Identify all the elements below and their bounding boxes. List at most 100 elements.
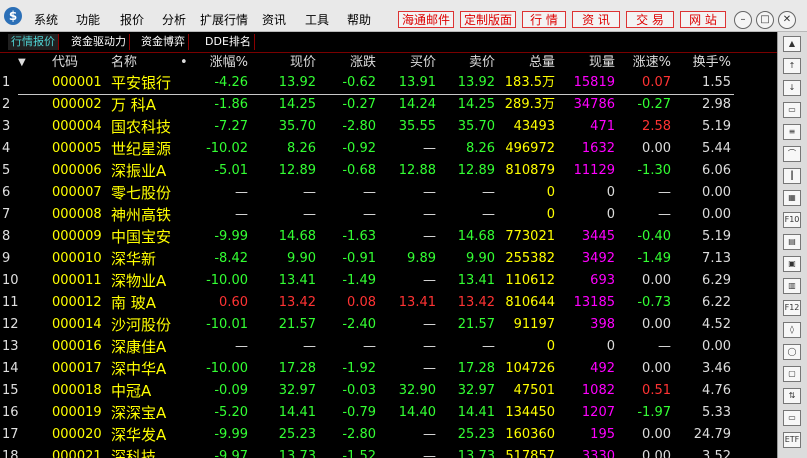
- table-row[interactable]: 13 000016 深康佳A — — — — — 0 0 — 0.00: [0, 336, 777, 358]
- maximize-icon[interactable]: □: [756, 11, 774, 29]
- header-volume[interactable]: 总量: [498, 53, 555, 72]
- now-volume: 471: [590, 119, 615, 134]
- row-index: 16: [2, 405, 19, 420]
- folder-icon[interactable]: ▢: [783, 366, 801, 382]
- tab-quote-list[interactable]: 行情报价: [8, 34, 59, 50]
- speed-pct: 0.00: [642, 427, 671, 442]
- screen-icon[interactable]: ▭: [783, 410, 801, 426]
- table-row[interactable]: 1 000001 平安银行 -4.26 13.92 -0.62 13.91 13.92 183.…: [0, 72, 777, 94]
- f10-icon[interactable]: F10: [783, 212, 801, 228]
- minimize-icon[interactable]: –: [734, 11, 752, 29]
- price: 17.28: [278, 361, 316, 376]
- turnover-pct: 5.33: [702, 405, 731, 420]
- header-speed[interactable]: 涨速%: [617, 53, 671, 72]
- table-row[interactable]: 18 000021 深科技 -9.97 13.73 -1.52 — 13.73 517857 33…: [0, 446, 777, 458]
- change-pct: -1.86: [214, 97, 248, 112]
- header-price[interactable]: 现价: [258, 53, 316, 72]
- tab-capital-drive[interactable]: 资金驱动力: [68, 34, 130, 50]
- haitong-mail-button[interactable]: 海通邮件: [398, 11, 454, 28]
- etf-icon[interactable]: ETF: [783, 432, 801, 448]
- ask-price: 13.42: [457, 295, 495, 310]
- header-sort-dot[interactable]: •: [180, 53, 192, 72]
- table-row[interactable]: 17 000020 深华发A -9.99 25.23 -2.80 — 25.23 160360 1…: [0, 424, 777, 446]
- scroll-up-icon[interactable]: ▲: [783, 36, 801, 52]
- speed-pct: 0.00: [642, 273, 671, 288]
- tab-dde-rank[interactable]: DDE排名: [202, 34, 255, 50]
- arrow-down-icon[interactable]: ↓: [783, 80, 801, 96]
- ask-price: —: [482, 185, 495, 200]
- table-row[interactable]: 9 000010 深华新 -8.42 9.90 -0.91 9.89 9.90 255382 34…: [0, 248, 777, 270]
- table-icon[interactable]: ▦: [783, 190, 801, 206]
- turnover-pct: 1.55: [702, 75, 731, 90]
- sort-icon[interactable]: ⇅: [783, 388, 801, 404]
- table-row[interactable]: 8 000009 中国宝安 -9.99 14.68 -1.63 — 14.68 773021 34…: [0, 226, 777, 248]
- filter-icon[interactable]: ◊: [783, 322, 801, 338]
- menu-system[interactable]: 系统: [34, 11, 58, 28]
- stock-name: 深物业A: [111, 272, 167, 290]
- table-row[interactable]: 5 000006 深振业A -5.01 12.89 -0.68 12.88 12.89 8108…: [0, 160, 777, 182]
- total-volume: 255382: [505, 251, 555, 266]
- menu-info[interactable]: 资讯: [262, 11, 286, 28]
- menu-function[interactable]: 功能: [76, 11, 100, 28]
- table-row[interactable]: 15 000018 中冠A -0.09 32.97 -0.03 32.90 32.97 4750…: [0, 380, 777, 402]
- f12-icon[interactable]: F12: [783, 300, 801, 316]
- tab-capital-game[interactable]: 资金博弈: [138, 34, 189, 50]
- change-pct: -7.27: [214, 119, 248, 134]
- price: 12.89: [278, 163, 316, 178]
- table-row[interactable]: 6 000007 零七股份 — — — — — 0 0 — 0.00: [0, 182, 777, 204]
- website-button[interactable]: 网 站: [680, 11, 726, 28]
- close-icon[interactable]: ✕: [778, 11, 796, 29]
- quote-button[interactable]: 行 情: [522, 11, 566, 28]
- total-volume: 47501: [513, 383, 555, 398]
- header-ask[interactable]: 卖价: [440, 53, 495, 72]
- table-row[interactable]: 4 000005 世纪星源 -10.02 8.26 -0.92 — 8.26 496972 163…: [0, 138, 777, 160]
- table-row[interactable]: 10 000011 深物业A -10.00 13.41 -1.49 — 13.41 110612…: [0, 270, 777, 292]
- header-change[interactable]: 涨跌: [320, 53, 376, 72]
- ask-price: 8.26: [466, 141, 495, 156]
- window-icon[interactable]: ▭: [783, 102, 801, 118]
- arrow-up-icon[interactable]: ↑: [783, 58, 801, 74]
- calendar-icon[interactable]: ▣: [783, 256, 801, 272]
- list-icon[interactable]: ≡: [783, 124, 801, 140]
- row-index: 2: [2, 97, 11, 112]
- header-now-volume[interactable]: 现量: [558, 53, 615, 72]
- turnover-pct: 0.00: [702, 207, 731, 222]
- row-index: 18: [2, 449, 19, 458]
- menu-tools[interactable]: 工具: [305, 11, 329, 28]
- total-volume: 134450: [505, 405, 555, 420]
- header-bid[interactable]: 买价: [380, 53, 436, 72]
- menu-help[interactable]: 帮助: [347, 11, 371, 28]
- table-row[interactable]: 11 000012 南 玻A 0.60 13.42 0.08 13.41 13.42 81064…: [0, 292, 777, 314]
- stock-code: 000006: [52, 163, 102, 178]
- price: 32.97: [278, 383, 316, 398]
- change-pct: —: [235, 207, 248, 222]
- header-change-pct[interactable]: 涨幅%: [200, 53, 248, 72]
- header-code[interactable]: 代码: [52, 53, 112, 72]
- header-name[interactable]: 名称: [111, 53, 181, 72]
- table-row[interactable]: 14 000017 深中华A -10.00 17.28 -1.92 — 17.28 104726…: [0, 358, 777, 380]
- menu-analysis[interactable]: 分析: [162, 11, 186, 28]
- table-row[interactable]: 16 000019 深深宝A -5.20 14.41 -0.79 14.40 14.41 134…: [0, 402, 777, 424]
- table-row[interactable]: 2 000002 万 科A -1.86 14.25 -0.27 14.24 14.25 289.…: [0, 94, 777, 116]
- bid-price: —: [423, 185, 436, 200]
- menu-quote[interactable]: 报价: [120, 11, 144, 28]
- info-button[interactable]: 资 讯: [572, 11, 620, 28]
- price: 14.25: [278, 97, 316, 112]
- speed-pct: 2.58: [642, 119, 671, 134]
- sort-dropdown-icon[interactable]: ▼: [18, 53, 26, 72]
- candlestick-icon[interactable]: ┃: [783, 168, 801, 184]
- total-volume: 160360: [505, 427, 555, 442]
- news-icon[interactable]: ▤: [783, 234, 801, 250]
- menu-extended-quote[interactable]: 扩展行情: [200, 11, 248, 28]
- table-row[interactable]: 7 000008 神州高铁 — — — — — 0 0 — 0.00: [0, 204, 777, 226]
- change-pct: -10.01: [206, 317, 248, 332]
- table-row[interactable]: 3 000004 国农科技 -7.27 35.70 -2.80 35.55 35.70 4349…: [0, 116, 777, 138]
- book-icon[interactable]: ▥: [783, 278, 801, 294]
- chart-line-icon[interactable]: ⌒: [783, 146, 801, 162]
- table-row[interactable]: 12 000014 沙河股份 -10.01 21.57 -2.40 — 21.57 91197 3…: [0, 314, 777, 336]
- header-turnover[interactable]: 换手%: [674, 53, 731, 72]
- now-volume: 3492: [581, 251, 615, 266]
- refresh-icon[interactable]: ◯: [783, 344, 801, 360]
- custom-layout-button[interactable]: 定制版面: [460, 11, 516, 28]
- trade-button[interactable]: 交 易: [626, 11, 674, 28]
